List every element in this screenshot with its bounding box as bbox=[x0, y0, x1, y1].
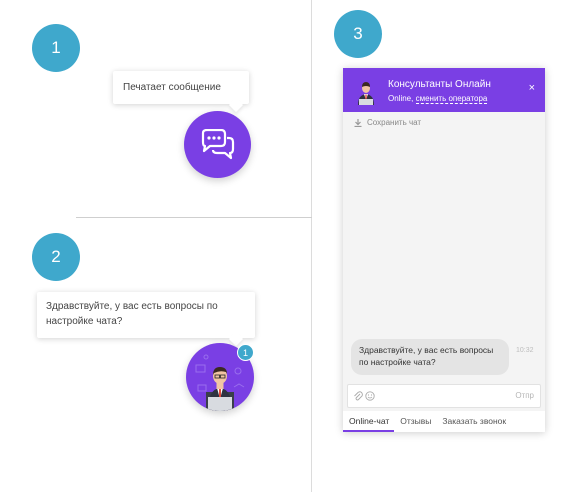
tab-request-call[interactable]: Заказать звонок bbox=[436, 411, 511, 432]
chat-launcher-button[interactable] bbox=[184, 111, 251, 178]
tab-online-chat[interactable]: Online-чат bbox=[343, 411, 395, 432]
chat-tabs: Online-чат Отзывы Заказать звонок bbox=[343, 411, 545, 432]
operator-avatar-small-icon bbox=[358, 82, 374, 105]
step-1-marker: 1 bbox=[32, 24, 80, 72]
step-2-marker: 2 bbox=[32, 233, 80, 281]
step-3-marker: 3 bbox=[334, 10, 382, 58]
unread-badge: 1 bbox=[237, 344, 254, 361]
chat-title: Консультанты Онлайн bbox=[388, 79, 491, 90]
chat-widget: Консультанты Онлайн Online, сменить опер… bbox=[343, 68, 545, 432]
message-input[interactable]: Отпр bbox=[347, 384, 541, 408]
close-button[interactable]: × bbox=[529, 82, 535, 94]
paperclip-icon[interactable] bbox=[353, 391, 363, 401]
send-button[interactable]: Отпр bbox=[515, 391, 534, 400]
smiley-icon[interactable] bbox=[365, 391, 375, 401]
typing-text: Печатает сообщение bbox=[123, 82, 221, 93]
greeting-text: Здравствуйте, у вас есть вопросы по наст… bbox=[46, 301, 218, 327]
change-operator-link[interactable]: сменить оператора bbox=[415, 94, 488, 104]
vertical-divider bbox=[311, 0, 312, 492]
chat-header: Консультанты Онлайн Online, сменить опер… bbox=[343, 68, 545, 112]
input-icons bbox=[353, 391, 375, 401]
operator-status: Online, сменить оператора bbox=[388, 94, 488, 104]
download-icon bbox=[354, 118, 362, 127]
save-chat-button[interactable]: Сохранить чат bbox=[354, 118, 421, 127]
save-chat-label: Сохранить чат bbox=[367, 118, 422, 127]
typing-bubble: Печатает сообщение bbox=[113, 71, 249, 104]
operator-message: Здравствуйте, у вас есть вопросы по наст… bbox=[351, 339, 509, 375]
message-time: 10:32 bbox=[516, 347, 534, 354]
greeting-bubble: Здравствуйте, у вас есть вопросы по наст… bbox=[37, 292, 255, 338]
status-text: Online, bbox=[388, 94, 414, 103]
horizontal-divider bbox=[76, 217, 312, 218]
tab-reviews[interactable]: Отзывы bbox=[394, 411, 436, 432]
chat-bubbles-icon bbox=[201, 128, 234, 159]
